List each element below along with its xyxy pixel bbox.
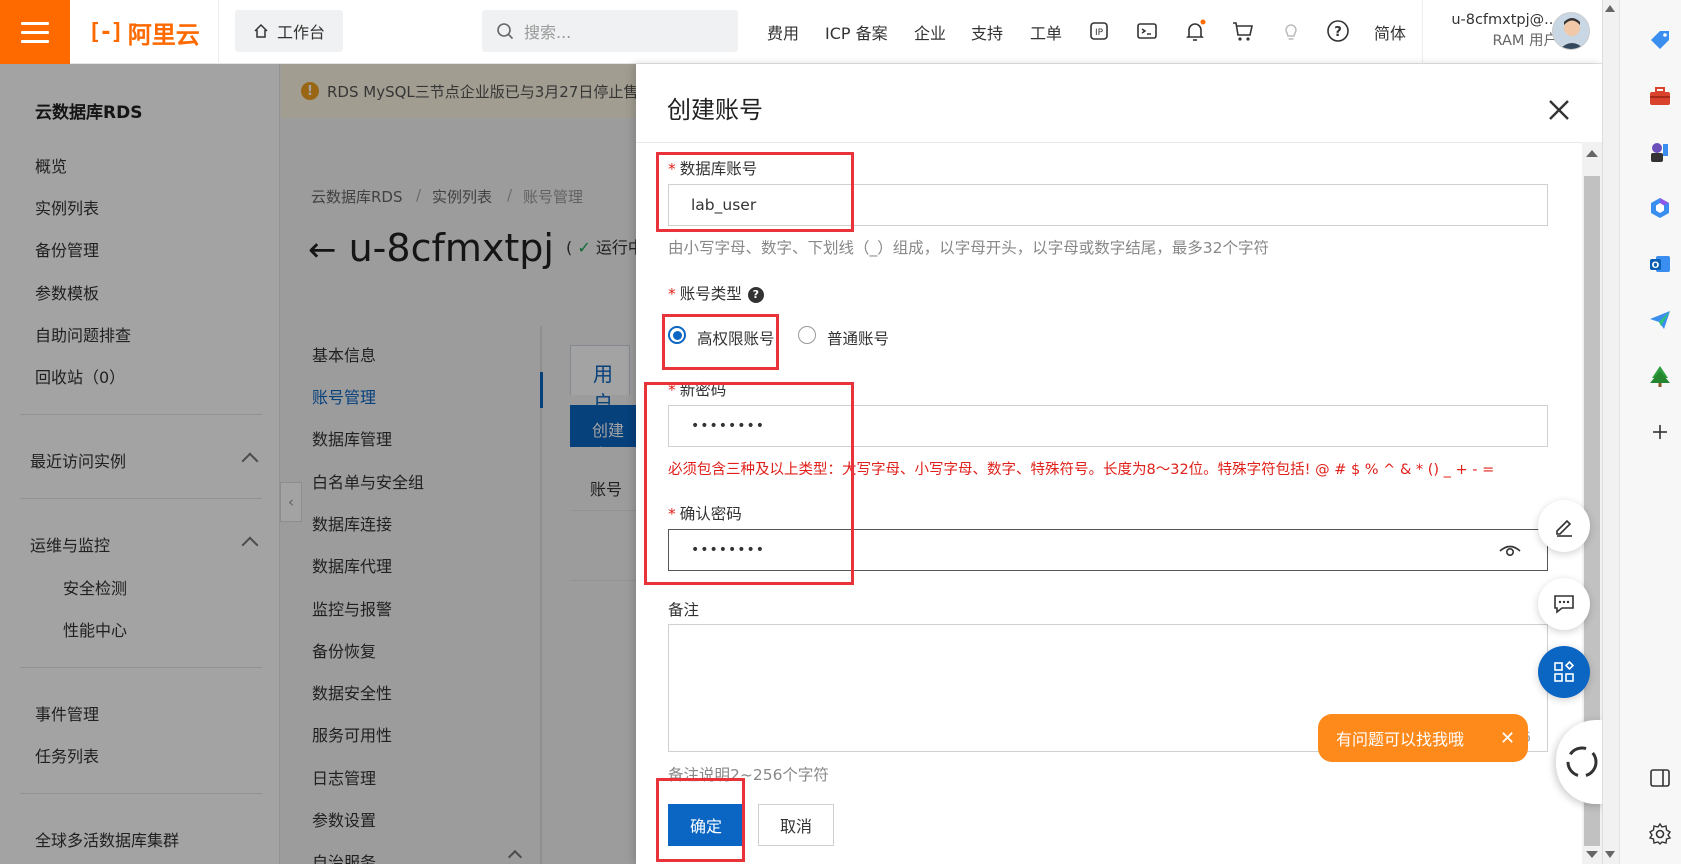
scroll-up-icon[interactable] [1586, 150, 1598, 157]
cancel-button[interactable]: 取消 [758, 804, 834, 846]
feedback-icon[interactable] [1538, 578, 1590, 630]
assistant-chat-bubble[interactable]: 有问题可以找我哦 ✕ [1318, 714, 1528, 762]
user-name: u-8cfmxtpj@... [1451, 12, 1558, 28]
terminal-icon[interactable] [1134, 18, 1160, 44]
outlook-icon[interactable]: O [1648, 252, 1672, 276]
nav-fees[interactable]: 费用 [767, 20, 799, 44]
highlight-account [656, 152, 854, 232]
logo-text: 阿里云 [127, 20, 200, 49]
search-placeholder: 搜索... [524, 23, 572, 42]
user-role: RAM 用户 [1492, 33, 1558, 49]
divider [636, 142, 1582, 143]
user-info[interactable]: u-8cfmxtpj@... RAM 用户 [1434, 10, 1558, 52]
type-label: * 账号类型? [668, 282, 764, 304]
scroll-down-icon[interactable] [1586, 851, 1598, 858]
cart-icon[interactable] [1230, 18, 1256, 44]
modal-overlay[interactable] [0, 64, 636, 864]
question-icon[interactable]: ? [747, 286, 764, 303]
edit-icon[interactable] [1538, 500, 1590, 552]
lightbulb-icon[interactable] [1278, 18, 1304, 44]
nav-ticket[interactable]: 工单 [1030, 20, 1062, 44]
home-icon [254, 23, 268, 38]
svg-text:?: ? [1334, 25, 1342, 40]
lang-switch[interactable]: 简体 [1374, 20, 1406, 44]
scroll-down-icon[interactable] [1605, 851, 1615, 858]
toolbox-icon[interactable] [1648, 84, 1672, 108]
send-icon[interactable] [1648, 308, 1672, 332]
nav-support[interactable]: 支持 [971, 20, 1003, 44]
nav-enterprise[interactable]: 企业 [914, 20, 946, 44]
chat-bubble-text: 有问题可以找我哦 [1336, 730, 1465, 749]
split-view-icon[interactable] [1648, 766, 1672, 790]
apps-icon[interactable] [1538, 646, 1590, 698]
nav-icp[interactable]: ICP 备案 [825, 20, 888, 44]
settings-icon[interactable] [1648, 822, 1672, 846]
bell-icon[interactable] [1182, 18, 1208, 44]
assistant-bot-icon[interactable] [1556, 720, 1606, 804]
avatar[interactable] [1552, 12, 1590, 50]
workbench-label: 工作台 [276, 23, 325, 42]
plus-icon[interactable] [1648, 420, 1672, 444]
highlight-password [644, 382, 854, 585]
copilot-icon[interactable] [1648, 196, 1672, 220]
radio-normal[interactable] [798, 326, 816, 344]
highlight-confirm-button [656, 778, 745, 862]
tag-icon[interactable] [1648, 28, 1672, 52]
window-scrollbar[interactable] [1602, 0, 1619, 864]
close-icon[interactable]: ✕ [1500, 728, 1515, 749]
scroll-up-icon[interactable] [1605, 5, 1615, 12]
divider [1422, 0, 1423, 64]
divider [218, 0, 219, 64]
remark-label: 备注 [668, 601, 700, 619]
search-input[interactable]: 搜索... [482, 10, 738, 52]
close-icon[interactable] [1545, 96, 1573, 124]
help-icon[interactable]: ? [1325, 18, 1351, 44]
tree-icon[interactable] [1648, 364, 1672, 388]
radio-normal-label[interactable]: 普通账号 [827, 327, 889, 349]
logo-mark-icon: [-] [88, 19, 124, 45]
svg-text:O: O [1652, 261, 1660, 271]
highlight-account-type [662, 314, 779, 370]
search-icon [497, 23, 514, 40]
drawer-title: 创建账号 [667, 96, 763, 124]
svg-text:IP: IP [1095, 28, 1104, 38]
ip-icon[interactable]: IP [1086, 18, 1112, 44]
account-help: 由小写字母、数字、下划线（_）组成，以字母开头，以字母或数字结尾，最多32个字符 [668, 239, 1269, 257]
menu-icon[interactable] [0, 0, 70, 64]
workbench-button[interactable]: 工作台 [235, 10, 343, 52]
aliyun-logo[interactable]: [-] 阿里云 [88, 16, 200, 49]
eye-icon[interactable] [1498, 541, 1522, 565]
games-icon[interactable] [1648, 140, 1672, 164]
